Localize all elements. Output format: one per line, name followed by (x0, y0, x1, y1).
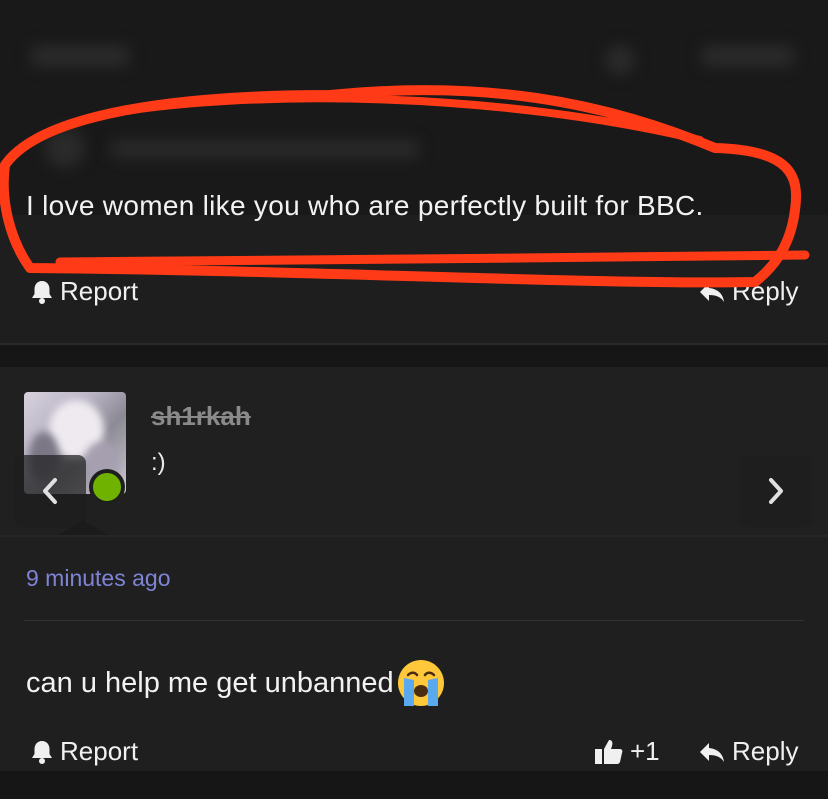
crying-face-emoji (397, 660, 444, 706)
reply-arrow-icon (700, 742, 724, 762)
reply-message-text: can u help me get unbanned (26, 666, 394, 699)
chevron-left-icon (43, 478, 57, 504)
reply-button[interactable]: Reply (698, 736, 798, 767)
like-count: +1 (630, 736, 660, 766)
status-message: :) (151, 449, 166, 476)
like-button[interactable]: +1 (594, 736, 660, 767)
report-label: Report (60, 736, 139, 766)
divider (0, 343, 828, 345)
divider (24, 620, 804, 621)
reply-message: can u help me get unbanned (26, 658, 446, 708)
chevron-right-icon (769, 478, 783, 504)
thumbs-up-icon (595, 739, 623, 764)
bell-icon (32, 740, 52, 764)
bottom-strip (0, 771, 828, 799)
online-status-dot (89, 469, 125, 505)
timestamp[interactable]: 9 minutes ago (26, 565, 170, 592)
username[interactable]: sh1rkah (151, 401, 251, 432)
carousel-next-button[interactable] (740, 455, 812, 527)
red-circle-annotation (0, 85, 810, 288)
report-button[interactable]: Report (30, 736, 138, 767)
divider (0, 535, 828, 537)
carousel-prev-button[interactable] (14, 455, 86, 527)
reply-label: Reply (732, 736, 799, 766)
